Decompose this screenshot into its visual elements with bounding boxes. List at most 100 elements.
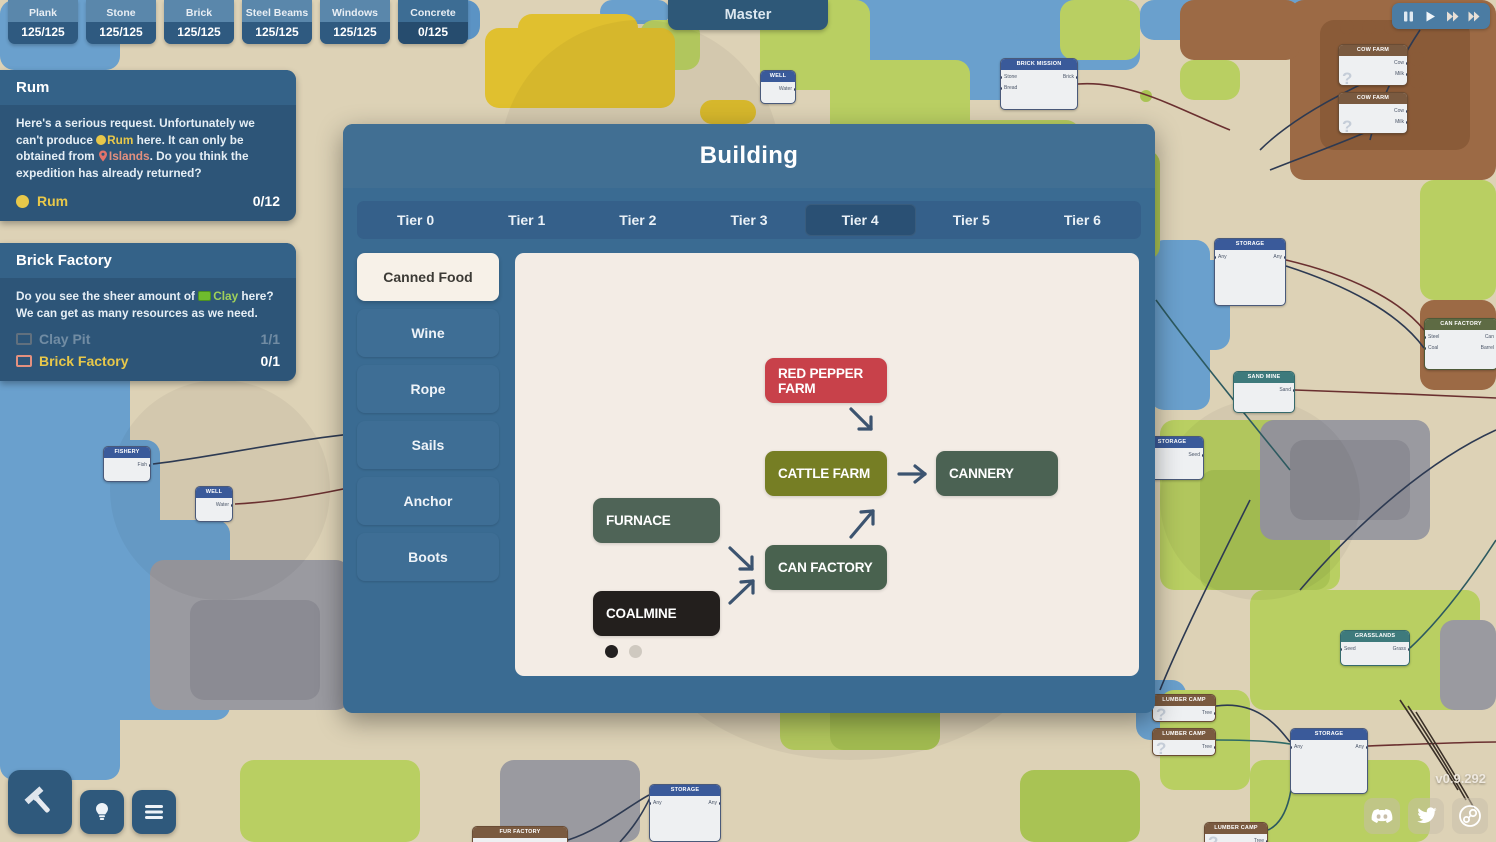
modal-title: Building — [343, 124, 1155, 188]
map-node[interactable]: STORAGE Any Any — [1214, 238, 1286, 306]
tab-tier-1[interactable]: Tier 1 — [471, 204, 582, 236]
category-list[interactable]: Canned Food Wine Rope Sails Anchor Boots — [357, 253, 499, 676]
map-node-input-port[interactable]: Bread — [1004, 85, 1017, 91]
node-cattle-farm[interactable]: CATTLE FARM — [765, 451, 887, 496]
resource-value: 0/125 — [398, 22, 468, 44]
play-icon[interactable] — [1421, 7, 1439, 25]
category-sails[interactable]: Sails — [357, 421, 499, 469]
node-coalmine[interactable]: COALMINE — [593, 591, 720, 636]
map-node-input-port[interactable]: Steel — [1428, 334, 1439, 340]
map-node[interactable]: GRASSLANDS Seed Grass — [1340, 630, 1410, 666]
port-dot-icon — [1215, 256, 1216, 259]
map-node-ports: Seed Grass — [1341, 642, 1409, 665]
map-node[interactable]: WELL Water — [760, 70, 796, 104]
tab-tier-2[interactable]: Tier 2 — [582, 204, 693, 236]
resource-stone[interactable]: Stone 125/125 — [86, 0, 156, 44]
tier-tabs[interactable]: Tier 0 Tier 1 Tier 2 Tier 3 Tier 4 Tier … — [357, 201, 1141, 239]
category-canned-food[interactable]: Canned Food — [357, 253, 499, 301]
map-node-input-port[interactable]: Stone — [1004, 74, 1017, 80]
tab-tier-5[interactable]: Tier 5 — [916, 204, 1027, 236]
resource-steel-beams[interactable]: Steel Beams 125/125 — [242, 0, 312, 44]
board-pagination[interactable] — [605, 645, 642, 658]
map-node-output-port[interactable]: Brick — [1063, 74, 1074, 80]
port-dot-icon — [1291, 746, 1292, 749]
map-node-output-port[interactable]: Seed — [1188, 452, 1200, 458]
node-furnace[interactable]: FURNACE — [593, 498, 720, 543]
resource-concrete[interactable]: Concrete 0/125 — [398, 0, 468, 44]
building-modal[interactable]: Building Tier 0 Tier 1 Tier 2 Tier 3 Tie… — [343, 124, 1155, 713]
map-node-input-port[interactable]: Any — [1294, 744, 1303, 750]
map-node[interactable]: FISHERY Fish — [103, 446, 151, 482]
resource-windows[interactable]: Windows 125/125 — [320, 0, 390, 44]
production-chain-board[interactable]: RED PEPPER FARM CATTLE FARM CANNERY FURN… — [515, 253, 1139, 676]
map-node-output-port[interactable]: Barrel — [1481, 345, 1494, 351]
map-node-output-port[interactable]: Can — [1485, 334, 1494, 340]
map-node[interactable]: STORAGE Any Any — [1290, 728, 1368, 794]
map-node[interactable]: LUMBER CAMPTree? — [1152, 694, 1216, 722]
version-label: v0.9.292 — [1435, 771, 1486, 786]
map-node-output-port[interactable]: Milk — [1395, 71, 1404, 77]
quest-panel-brick-factory[interactable]: Brick Factory Do you see the sheer amoun… — [0, 243, 296, 381]
map-node-output-port[interactable]: Fish — [138, 462, 147, 468]
tab-tier-4[interactable]: Tier 4 — [804, 204, 916, 236]
map-node-output-port[interactable]: Water — [216, 502, 229, 508]
node-can-factory[interactable]: CAN FACTORY — [765, 545, 887, 590]
map-node-output-port[interactable]: Grass — [1393, 646, 1406, 652]
map-node-output-port[interactable]: Any — [1273, 254, 1282, 260]
map-node-output-port[interactable]: Any — [708, 800, 717, 806]
map-node[interactable]: LUMBER CAMPTree? — [1152, 728, 1216, 756]
map-node-output-port[interactable]: Any — [1355, 744, 1364, 750]
map-node-output-port[interactable]: Tree — [1202, 744, 1212, 750]
map-node-input-port[interactable]: Any — [1218, 254, 1227, 260]
tab-tier-3[interactable]: Tier 3 — [693, 204, 804, 236]
fastest-forward-icon[interactable] — [1465, 7, 1483, 25]
resource-value: 125/125 — [8, 22, 78, 44]
tab-tier-6[interactable]: Tier 6 — [1027, 204, 1138, 236]
map-node-output-port[interactable]: Sand — [1279, 387, 1291, 393]
page-dot-1[interactable] — [605, 645, 618, 658]
discord-button[interactable] — [1364, 798, 1400, 834]
page-dot-2[interactable] — [629, 645, 642, 658]
map-node[interactable]: WELL Water — [195, 486, 233, 522]
master-button[interactable]: Master — [668, 0, 828, 30]
map-node[interactable]: COW FARM Cow Milk? — [1338, 92, 1408, 134]
category-rope[interactable]: Rope — [357, 365, 499, 413]
quest-highlight-rum: Rum — [107, 132, 134, 147]
quest-panel-rum[interactable]: Rum Here's a serious request. Unfortunat… — [0, 70, 296, 221]
steam-button[interactable] — [1452, 798, 1488, 834]
map-node[interactable]: BRICK MISSION Stone Bread Brick — [1000, 58, 1078, 110]
map-node[interactable]: COW FARM Cow Milk? — [1338, 44, 1408, 86]
category-wine[interactable]: Wine — [357, 309, 499, 357]
port-dot-icon — [1202, 454, 1203, 457]
map-node[interactable]: SAND MINE Sand — [1233, 371, 1295, 413]
lightbulb-tool-button[interactable] — [80, 790, 124, 834]
map-node-input-port[interactable]: Coal — [1428, 345, 1438, 351]
fast-forward-icon[interactable] — [1443, 7, 1461, 25]
map-node-input-port[interactable]: Any — [653, 800, 662, 806]
resource-plank[interactable]: Plank 125/125 — [8, 0, 78, 44]
node-cannery[interactable]: CANNERY — [936, 451, 1058, 496]
category-boots[interactable]: Boots — [357, 533, 499, 581]
pause-icon[interactable] — [1399, 7, 1417, 25]
hammer-tool-button[interactable] — [8, 770, 72, 834]
tab-tier-0[interactable]: Tier 0 — [360, 204, 471, 236]
map-node[interactable]: FUR FACTORY — [472, 826, 568, 842]
resource-brick[interactable]: Brick 125/125 — [164, 0, 234, 44]
map-node-output-port[interactable]: Cow — [1394, 60, 1404, 66]
twitter-button[interactable] — [1408, 798, 1444, 834]
map-node[interactable]: CAN FACTORY Steel Coal Can Barrel — [1424, 318, 1496, 370]
node-red-pepper-farm[interactable]: RED PEPPER FARM — [765, 358, 887, 403]
map-node-title: COW FARM — [1339, 93, 1407, 104]
category-anchor[interactable]: Anchor — [357, 477, 499, 525]
map-node[interactable]: LUMBER CAMPTree? — [1204, 822, 1268, 842]
map-node[interactable]: STORAGE Any Any — [649, 784, 721, 842]
map-node-output-port[interactable]: Tree — [1202, 710, 1212, 716]
map-node-output-port[interactable]: Milk — [1395, 119, 1404, 125]
map-node-output-port[interactable]: Cow — [1394, 108, 1404, 114]
map-node-input-port[interactable]: Seed — [1344, 646, 1356, 652]
map-node-ports: Cow Milk? — [1339, 104, 1407, 133]
port-dot-icon — [149, 464, 150, 467]
menu-tool-button[interactable] — [132, 790, 176, 834]
map-node-output-port[interactable]: Tree — [1254, 838, 1264, 842]
map-node-output-port[interactable]: Water — [779, 86, 792, 92]
